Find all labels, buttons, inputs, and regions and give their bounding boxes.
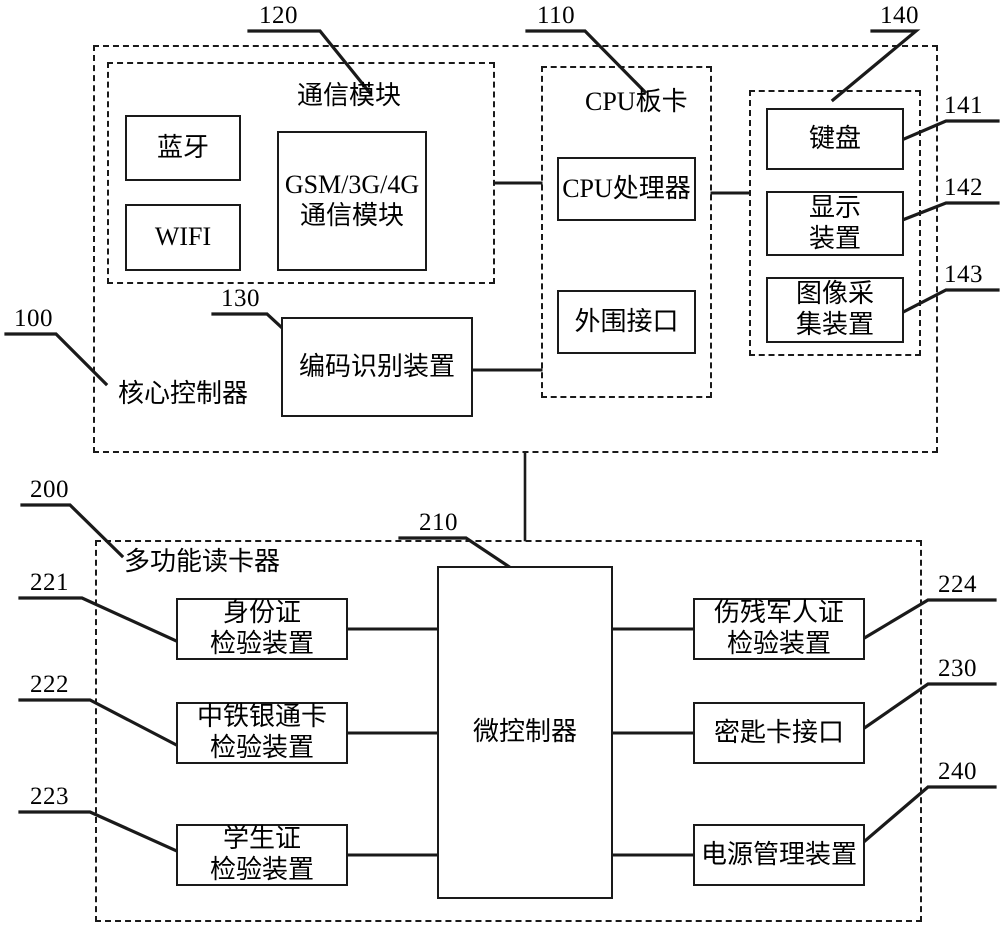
ref-143: 143 <box>944 261 983 288</box>
display-device-block: 显示 装置 <box>766 191 904 256</box>
ref-100: 100 <box>14 305 53 332</box>
peripheral-interface-block: 外围接口 <box>557 290 696 354</box>
image-capture-device-block: 图像采 集装置 <box>766 277 904 343</box>
card-reader-label: 多功能读卡器 <box>124 547 281 576</box>
ref-223: 223 <box>30 783 69 810</box>
ref-240: 240 <box>938 758 977 785</box>
railway-card-verifier-block: 中铁银通卡 检验装置 <box>176 702 348 764</box>
ref-210: 210 <box>419 509 458 536</box>
id-card-verifier-block: 身份证 检验装置 <box>176 598 348 660</box>
microcontroller-block: 微控制器 <box>437 566 613 899</box>
disabled-veteran-card-verifier-block: 伤残军人证 检验装置 <box>693 598 865 660</box>
communication-module-label: 通信模块 <box>297 81 402 110</box>
gsm-3g-4g-block: GSM/3G/4G 通信模块 <box>277 131 427 271</box>
student-card-verifier-block: 学生证 检验装置 <box>176 824 348 886</box>
wifi-block: WIFI <box>125 204 241 271</box>
key-card-interface-block: 密匙卡接口 <box>693 702 865 764</box>
ref-222: 222 <box>30 671 69 698</box>
ref-230: 230 <box>938 655 977 682</box>
code-recognition-block: 编码识别装置 <box>281 317 473 417</box>
patent-diagram: 120 110 140 141 142 143 130 100 200 210 … <box>0 0 1000 949</box>
leader-100 <box>4 332 109 387</box>
cpu-processor-block: CPU处理器 <box>557 157 696 221</box>
ref-140: 140 <box>880 2 919 29</box>
ref-221: 221 <box>30 569 69 596</box>
power-management-block: 电源管理装置 <box>693 824 865 886</box>
ref-224: 224 <box>938 571 977 598</box>
ref-141: 141 <box>944 92 983 119</box>
cpu-board-label: CPU板卡 <box>585 87 688 116</box>
bluetooth-block: 蓝牙 <box>125 115 241 181</box>
core-controller-label: 核心控制器 <box>118 379 249 408</box>
ref-200: 200 <box>30 476 69 503</box>
ref-142: 142 <box>944 174 983 201</box>
ref-120: 120 <box>259 2 298 29</box>
ref-110: 110 <box>537 2 576 29</box>
keyboard-block: 键盘 <box>766 108 904 170</box>
